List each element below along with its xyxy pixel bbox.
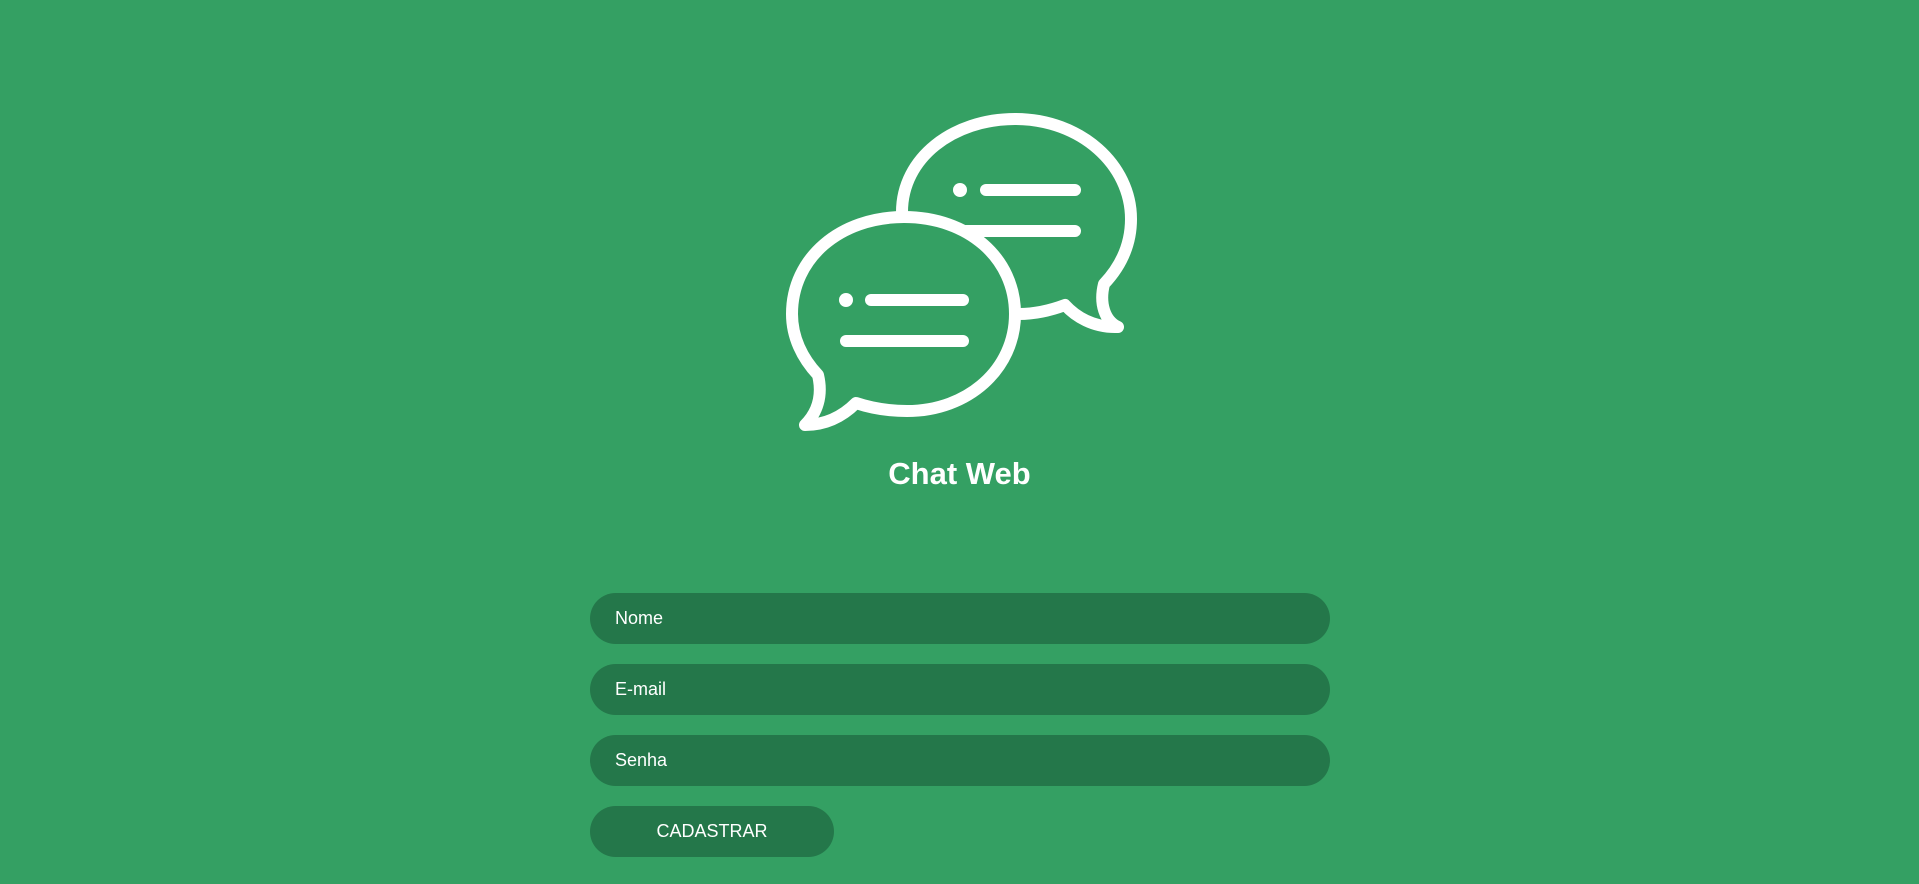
email-field[interactable] [590,664,1330,715]
page-title: Chat Web [888,456,1031,491]
register-button[interactable]: CADASTRAR [590,806,834,857]
chat-bubbles-icon [786,113,1137,431]
password-field[interactable] [590,735,1330,786]
register-form: CADASTRAR [590,593,1330,857]
register-page: Chat Web CADASTRAR [0,0,1919,884]
name-field[interactable] [590,593,1330,644]
